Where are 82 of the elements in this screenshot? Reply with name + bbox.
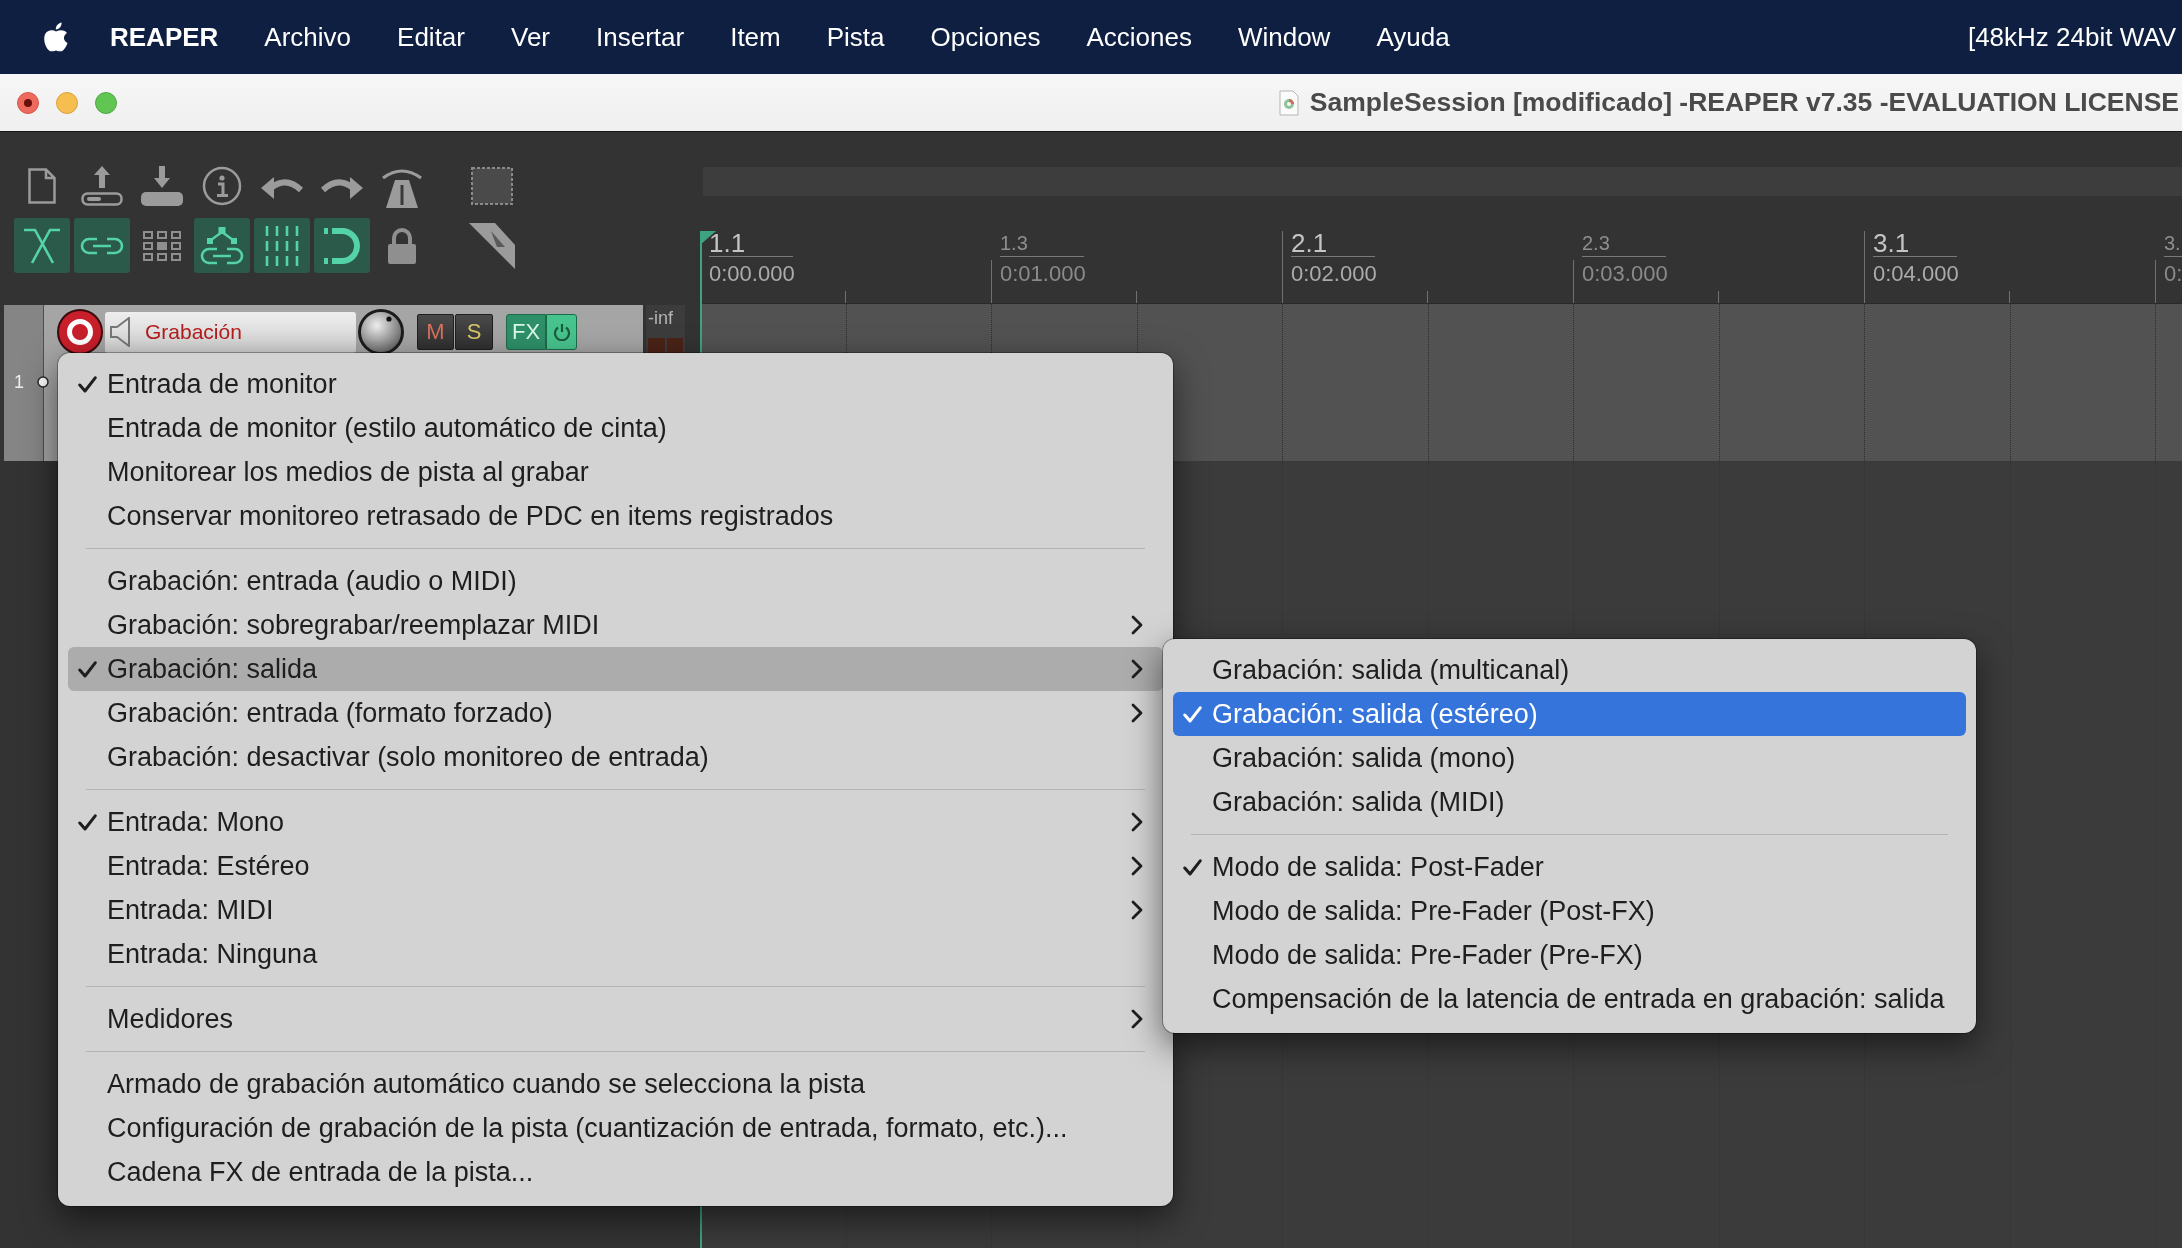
ruler-time-label: 0:01.000 [1000, 263, 1086, 285]
menu-item[interactable]: Entrada: Mono [68, 800, 1163, 844]
track-name: Grabación [145, 320, 242, 344]
menu-item[interactable]: Compensación de la latencia de entrada en grabación: salida [1173, 977, 1966, 1021]
dashed-lines-icon [264, 225, 300, 266]
menu-item[interactable]: Entrada: Estéreo [68, 844, 1163, 888]
menu-item[interactable]: Entrada de monitor [68, 362, 1163, 406]
apple-icon[interactable] [43, 22, 69, 52]
menu-item[interactable]: Grabación: sobregrabar/reemplazar MIDI [68, 603, 1163, 647]
speaker-icon[interactable] [110, 317, 130, 347]
document-icon [1278, 89, 1299, 116]
track-number: 1 [14, 373, 24, 391]
menu-bar-item[interactable]: Acciones [1086, 21, 1192, 53]
status-text: [48kHz 24bit WAV [1967, 21, 2176, 53]
meter-reading: -inf [648, 308, 674, 328]
menu-bar-item[interactable]: Opciones [930, 21, 1041, 53]
fx-power-button[interactable] [546, 314, 577, 350]
ruler-time-label: 0:03.000 [1582, 263, 1668, 285]
menu-bar-item[interactable]: Insertar [596, 21, 685, 53]
zoom-button[interactable] [95, 91, 117, 114]
menu-item[interactable]: Armado de grabación automático cuando se selecciona la pista [68, 1062, 1163, 1106]
record-arm-button[interactable] [57, 309, 103, 355]
menu-bar-item[interactable]: Archivo [264, 21, 352, 53]
menu-item[interactable]: Monitorear los medios de pista al grabar [68, 450, 1163, 494]
power-icon [552, 323, 571, 341]
window-title: SampleSession [modificado] -REAPER v7.35 -EVALUATION LICENSE [1309, 87, 2179, 118]
info-icon[interactable] [202, 166, 242, 206]
group-link-icon [200, 225, 244, 266]
track-name-field[interactable]: Grabación [105, 311, 356, 353]
volume-knob[interactable] [358, 309, 404, 355]
menu-item[interactable]: Grabación: salida (estéreo) [1173, 692, 1966, 736]
menu-item[interactable]: Medidores [68, 997, 1163, 1041]
ruler-bar-label: 3. [2164, 233, 2181, 253]
menu-item[interactable]: Modo de salida: Post-Fader [1173, 845, 1966, 889]
snap-toggle[interactable] [314, 218, 370, 273]
ruler-time-label: 0:02.000 [1291, 263, 1377, 285]
menu-item[interactable]: Entrada: Ninguna [68, 932, 1163, 976]
ruler-time-label: 0:04.000 [1873, 263, 1959, 285]
menu-bar-item[interactable]: Item [730, 21, 781, 53]
ruler-bar-label: 2.1 [1291, 230, 1328, 256]
menu-bar-item[interactable]: Window [1237, 21, 1331, 53]
close-button[interactable] [17, 91, 39, 114]
menu-item[interactable]: Entrada de monitor (estilo automático de cinta) [68, 406, 1163, 450]
solo-button[interactable]: S [455, 314, 493, 350]
track-node-icon [37, 376, 49, 388]
grid-lines-toggle[interactable] [254, 218, 310, 273]
grid-icon [142, 229, 182, 262]
marquee-select-icon[interactable] [471, 167, 513, 205]
crossfade-toggle[interactable] [14, 218, 70, 273]
menu-item[interactable]: Grabación: entrada (audio o MIDI) [68, 559, 1163, 603]
menu-item[interactable]: Modo de salida: Pre-Fader (Post-FX) [1173, 889, 1966, 933]
magnet-icon [324, 225, 360, 266]
ruler-bar-label: 3.1 [1873, 230, 1910, 256]
document-icon[interactable] [28, 168, 56, 204]
app-menu[interactable]: REAPER [110, 21, 219, 53]
download-icon[interactable] [141, 166, 183, 206]
menu-bar-item[interactable]: Pista [826, 21, 885, 53]
ruler-time-label: 0: [2164, 263, 2182, 285]
menu-item[interactable]: Grabación: desactivar (solo monitoreo de entrada) [68, 735, 1163, 779]
link-toggle[interactable] [74, 218, 130, 273]
ruler-bar-label: 2.3 [1582, 233, 1610, 253]
menu-bar-item[interactable]: Ver [511, 21, 550, 53]
menu-item[interactable]: Cadena FX de entrada de la pista... [68, 1150, 1163, 1194]
menu-item[interactable]: Modo de salida: Pre-Fader (Pre-FX) [1173, 933, 1966, 977]
menu-item[interactable]: Grabación: entrada (formato forzado) [68, 691, 1163, 735]
menu-item[interactable]: Grabación: salida [68, 647, 1163, 691]
menu-item[interactable]: Grabación: salida (MIDI) [1173, 780, 1966, 824]
group-toggle[interactable] [194, 218, 250, 273]
menu-item[interactable]: Configuración de grabación de la pista (cuantización de entrada, formato, etc.)... [68, 1106, 1163, 1150]
menu-bar-item[interactable]: Ayuda [1376, 21, 1450, 53]
link-icon [80, 236, 124, 255]
fx-button[interactable]: FX [506, 314, 546, 350]
lock-icon [387, 226, 417, 265]
menu-item[interactable]: Grabación: salida (multicanal) [1173, 648, 1966, 692]
ruler-time-label: 0:00.000 [709, 263, 795, 285]
upload-icon[interactable] [81, 166, 123, 206]
menu-item[interactable]: Conservar monitoreo retrasado de PDC en items registrados [68, 494, 1163, 538]
ruler-bar-label: 1.3 [1000, 233, 1028, 253]
menu-item[interactable]: Grabación: salida (mono) [1173, 736, 1966, 780]
menu-item[interactable]: Entrada: MIDI [68, 888, 1163, 932]
ruler-bar-label: 1.1 [709, 230, 746, 256]
menu-bar-item[interactable]: Editar [397, 21, 465, 53]
